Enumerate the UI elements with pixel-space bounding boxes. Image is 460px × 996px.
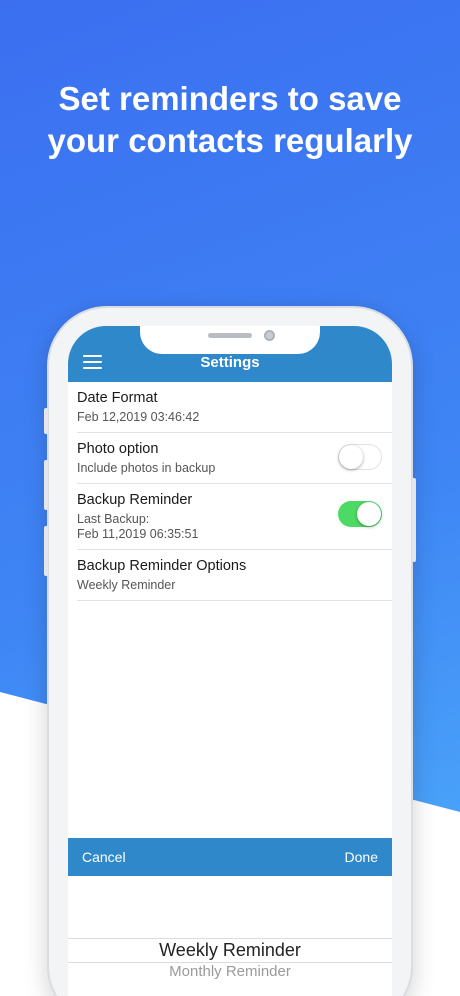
toggle-knob: [357, 502, 381, 526]
speaker-icon: [208, 333, 252, 338]
app-screen: Settings Date Format Feb 12,2019 03:46:4…: [68, 326, 392, 996]
setting-backup-reminder-options[interactable]: Backup Reminder Options Weekly Reminder: [77, 550, 392, 601]
setting-subtitle: Feb 12,2019 03:46:42: [77, 410, 200, 424]
setting-subtitle: Weekly Reminder: [77, 578, 176, 592]
picker-cancel-button[interactable]: Cancel: [82, 849, 126, 865]
setting-backup-reminder[interactable]: Backup Reminder Last Backup: Feb 11,2019…: [77, 484, 392, 550]
picker-option-selected[interactable]: Weekly Reminder: [68, 940, 392, 961]
picker-toolbar: Cancel Done: [68, 838, 392, 876]
setting-title: Backup Reminder Options: [77, 558, 247, 574]
photo-option-toggle[interactable]: [338, 444, 382, 470]
settings-list: Date Format Feb 12,2019 03:46:42 Photo o…: [68, 382, 392, 601]
toggle-knob: [339, 445, 363, 469]
promo-headline: Set reminders to save your contacts regu…: [47, 80, 413, 159]
phone-side-button: [44, 408, 48, 434]
picker-selection-line-top: [68, 938, 392, 939]
nav-title: Settings: [200, 354, 260, 371]
phone-volume-up-button: [44, 460, 48, 510]
picker-done-button[interactable]: Done: [345, 849, 378, 865]
reminder-picker-wheel[interactable]: Weekly Reminder Monthly Reminder: [68, 876, 392, 996]
setting-title: Date Format: [77, 390, 158, 406]
phone-volume-down-button: [44, 526, 48, 576]
setting-date-format[interactable]: Date Format Feb 12,2019 03:46:42: [77, 382, 392, 433]
front-camera-icon: [264, 330, 275, 341]
setting-photo-option[interactable]: Photo option Include photos in backup: [77, 433, 392, 484]
phone-power-button: [412, 478, 416, 562]
phone-notch: [140, 326, 320, 354]
picker-option[interactable]: Monthly Reminder: [68, 963, 392, 980]
backup-reminder-toggle[interactable]: [338, 501, 382, 527]
